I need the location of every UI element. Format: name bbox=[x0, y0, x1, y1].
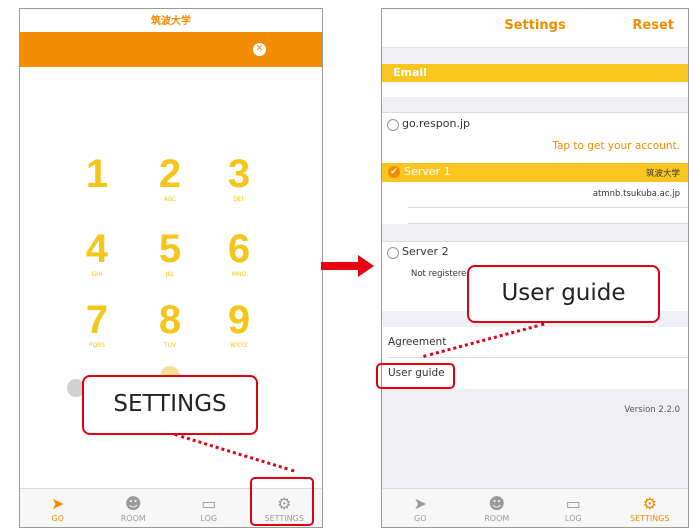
tab-log[interactable]: ▭ LOG bbox=[535, 489, 612, 527]
server2-status: Not registered bbox=[411, 269, 472, 279]
user-guide-callout: User guide bbox=[467, 265, 660, 323]
tab-log[interactable]: ▭ LOG bbox=[171, 489, 247, 527]
smile-icon: ☻ bbox=[124, 494, 142, 513]
divider bbox=[382, 112, 688, 113]
paper-plane-icon: ➤ bbox=[413, 494, 427, 513]
key-4[interactable]: 4 GHI bbox=[77, 227, 117, 278]
tab-label: GO bbox=[51, 514, 65, 523]
arrow-right-icon bbox=[358, 255, 374, 277]
email-section-header: Email bbox=[382, 64, 688, 82]
paper-plane-icon: ➤ bbox=[51, 494, 65, 513]
tab-settings[interactable]: ⚙ SETTINGS bbox=[612, 489, 689, 527]
trash-can-icon: ▭ bbox=[201, 494, 217, 513]
key-letters: GHI bbox=[91, 271, 103, 278]
key-digit: 5 bbox=[158, 227, 182, 271]
key-letters: DEF bbox=[233, 196, 245, 203]
arrow-shaft bbox=[321, 262, 363, 270]
user-guide-highlight bbox=[376, 363, 455, 389]
gear-icon: ⚙ bbox=[642, 494, 657, 513]
key-6[interactable]: 6 MNO bbox=[219, 227, 259, 278]
key-1[interactable]: 1 bbox=[77, 152, 117, 196]
key-letters: PQRS bbox=[88, 342, 106, 349]
get-account-link[interactable]: Tap to get your account. bbox=[552, 140, 680, 152]
server1-host: atmnb.tsukuba.ac.jp bbox=[592, 189, 680, 199]
settings-callout: SETTINGS bbox=[82, 375, 258, 435]
key-2[interactable]: 2 ABC bbox=[150, 152, 190, 203]
key-letters: JKL bbox=[165, 271, 175, 278]
section-spacer bbox=[382, 97, 688, 112]
key-digit: 1 bbox=[85, 152, 109, 196]
settings-callout-text: SETTINGS bbox=[113, 391, 227, 417]
number-input-bar[interactable]: ✕ bbox=[20, 32, 322, 67]
tab-room[interactable]: ☻ ROOM bbox=[459, 489, 536, 527]
user-guide-callout-text: User guide bbox=[501, 280, 626, 306]
key-letters: MNO bbox=[231, 271, 247, 278]
tab-go[interactable]: ➤ GO bbox=[20, 489, 96, 527]
key-digit: 3 bbox=[227, 152, 251, 196]
tab-label: SETTINGS bbox=[630, 514, 670, 523]
tab-go[interactable]: ➤ GO bbox=[382, 489, 459, 527]
server1-row[interactable]: ✔ Server 1 筑波大学 bbox=[382, 163, 688, 182]
divider bbox=[382, 241, 688, 242]
server-name-title: 筑波大学 bbox=[151, 16, 191, 27]
divider bbox=[408, 207, 688, 208]
footer-area bbox=[382, 389, 688, 489]
tab-room[interactable]: ☻ ROOM bbox=[96, 489, 172, 527]
settings-tab-highlight bbox=[250, 477, 314, 526]
key-7[interactable]: 7 PQRS bbox=[77, 298, 117, 349]
checkmark-icon: ✔ bbox=[388, 166, 400, 178]
key-5[interactable]: 5 JKL bbox=[150, 227, 190, 278]
key-letters: ABC bbox=[163, 196, 177, 203]
key-3[interactable]: 3 DEF bbox=[219, 152, 259, 203]
key-8[interactable]: 8 TUV bbox=[150, 298, 190, 349]
trash-can-icon: ▭ bbox=[565, 494, 581, 513]
server1-tag: 筑波大学 bbox=[645, 169, 680, 179]
section-spacer bbox=[382, 224, 688, 241]
key-letters: WXYZ bbox=[230, 342, 248, 349]
agreement-item[interactable]: Agreement bbox=[388, 336, 446, 348]
key-digit: 8 bbox=[158, 298, 182, 342]
reset-button[interactable]: Reset bbox=[632, 18, 674, 33]
server1-label: Server 1 bbox=[404, 165, 451, 178]
left-phone-screen: 筑波大学 ✕ 1 2 ABC 3 DEF 4 GHI 5 JKL 6 MNO 7… bbox=[19, 8, 323, 528]
tab-label: ROOM bbox=[120, 514, 146, 523]
key-digit: 9 bbox=[227, 298, 251, 342]
settings-header: Settings Reset bbox=[382, 9, 688, 48]
version-label: Version 2.2.0 bbox=[624, 405, 680, 415]
server2-label[interactable]: Server 2 bbox=[402, 245, 449, 258]
respon-option[interactable]: go.respon.jp bbox=[402, 117, 470, 130]
key-9[interactable]: 9 WXYZ bbox=[219, 298, 259, 349]
tab-bar: ➤ GO ☻ ROOM ▭ LOG ⚙ SETTINGS bbox=[382, 488, 688, 527]
tab-label: GO bbox=[414, 514, 427, 523]
tab-label: ROOM bbox=[484, 514, 510, 523]
key-digit: 2 bbox=[158, 152, 182, 196]
key-digit: 4 bbox=[85, 227, 109, 271]
divider bbox=[388, 357, 688, 358]
key-digit: 7 bbox=[85, 298, 109, 342]
clear-icon[interactable]: ✕ bbox=[253, 43, 266, 56]
radio-server2[interactable] bbox=[387, 247, 399, 259]
tab-label: LOG bbox=[200, 514, 218, 523]
tab-label: LOG bbox=[564, 514, 582, 523]
radio-respon[interactable] bbox=[387, 119, 399, 131]
section-spacer bbox=[382, 48, 688, 64]
smile-icon: ☻ bbox=[488, 494, 506, 513]
key-letters: TUV bbox=[163, 342, 177, 349]
key-digit: 6 bbox=[227, 227, 251, 271]
